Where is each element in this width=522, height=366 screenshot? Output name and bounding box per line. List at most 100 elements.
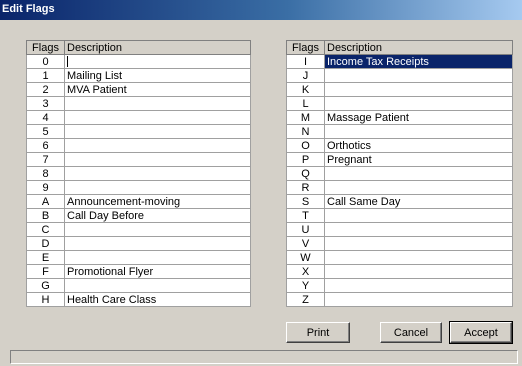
flag-cell: K	[286, 82, 325, 97]
table-row[interactable]: Z	[286, 292, 513, 307]
description-cell[interactable]: MVA Patient	[64, 82, 251, 97]
description-cell[interactable]: Pregnant	[324, 152, 513, 167]
description-column-header[interactable]: Description	[324, 40, 513, 55]
flag-cell: N	[286, 124, 325, 139]
flag-cell: Z	[286, 292, 325, 307]
description-cell[interactable]	[324, 96, 513, 111]
table-row[interactable]: V	[286, 236, 513, 251]
description-cell[interactable]	[324, 292, 513, 307]
table-row[interactable]: E	[26, 250, 251, 265]
table-row[interactable]: A Announcement-moving	[26, 194, 251, 209]
table-row[interactable]: 3	[26, 96, 251, 111]
table-row[interactable]: 7	[26, 152, 251, 167]
table-row[interactable]: H Health Care Class	[26, 292, 251, 307]
left-flags-table: Flags Description 0 1 Mailing List 2 MVA Pat…	[26, 40, 251, 307]
description-cell[interactable]	[324, 166, 513, 181]
description-cell[interactable]: Health Care Class	[64, 292, 251, 307]
flag-cell: 7	[26, 152, 65, 167]
description-cell[interactable]: Massage Patient	[324, 110, 513, 125]
flag-cell: H	[26, 292, 65, 307]
description-cell[interactable]	[324, 124, 513, 139]
description-cell[interactable]	[64, 152, 251, 167]
description-column-header[interactable]: Description	[64, 40, 251, 55]
table-row[interactable]: R	[286, 180, 513, 195]
description-cell[interactable]: Announcement-moving	[64, 194, 251, 209]
description-cell[interactable]	[64, 138, 251, 153]
description-cell[interactable]	[64, 124, 251, 139]
table-row[interactable]: X	[286, 264, 513, 279]
description-cell[interactable]: Promotional Flyer	[64, 264, 251, 279]
print-button[interactable]: Print	[286, 322, 350, 343]
description-cell[interactable]	[64, 166, 251, 181]
table-row[interactable]: T	[286, 208, 513, 223]
description-cell[interactable]	[64, 96, 251, 111]
description-cell[interactable]	[324, 180, 513, 195]
description-cell[interactable]	[324, 236, 513, 251]
table-row[interactable]: Y	[286, 278, 513, 293]
table-row[interactable]: G	[26, 278, 251, 293]
flag-cell: P	[286, 152, 325, 167]
table-row[interactable]: N	[286, 124, 513, 139]
flag-cell: 8	[26, 166, 65, 181]
accept-button[interactable]: Accept	[449, 321, 513, 344]
flag-cell: 5	[26, 124, 65, 139]
flag-cell: O	[286, 138, 325, 153]
table-row[interactable]: O Orthotics	[286, 138, 513, 153]
text-caret	[67, 55, 68, 67]
flag-cell: B	[26, 208, 65, 223]
table-row[interactable]: 8	[26, 166, 251, 181]
description-cell[interactable]: Call Day Before	[64, 208, 251, 223]
flag-cell: X	[286, 264, 325, 279]
table-row[interactable]: M Massage Patient	[286, 110, 513, 125]
flag-cell: J	[286, 68, 325, 83]
cancel-button[interactable]: Cancel	[380, 322, 442, 343]
table-row[interactable]: Q	[286, 166, 513, 181]
description-cell[interactable]	[64, 110, 251, 125]
table-row[interactable]: F Promotional Flyer	[26, 264, 251, 279]
table-row[interactable]: D	[26, 236, 251, 251]
table-header-row: Flags Description	[26, 40, 251, 55]
table-row[interactable]: B Call Day Before	[26, 208, 251, 223]
flags-column-header[interactable]: Flags	[26, 40, 65, 55]
flag-cell: 3	[26, 96, 65, 111]
description-cell[interactable]: Mailing List	[64, 68, 251, 83]
table-row[interactable]: I Income Tax Receipts	[286, 54, 513, 69]
description-cell[interactable]	[64, 54, 251, 69]
table-row[interactable]: 6	[26, 138, 251, 153]
description-cell[interactable]	[324, 68, 513, 83]
description-cell[interactable]	[324, 82, 513, 97]
flag-cell: Q	[286, 166, 325, 181]
flag-cell: G	[26, 278, 65, 293]
table-row[interactable]: 2 MVA Patient	[26, 82, 251, 97]
description-cell[interactable]: Income Tax Receipts	[324, 54, 513, 69]
table-row[interactable]: 4	[26, 110, 251, 125]
description-cell[interactable]	[324, 222, 513, 237]
description-cell[interactable]	[64, 278, 251, 293]
table-row[interactable]: L	[286, 96, 513, 111]
flags-column-header[interactable]: Flags	[286, 40, 325, 55]
description-cell[interactable]	[324, 264, 513, 279]
table-row[interactable]: J	[286, 68, 513, 83]
description-cell[interactable]	[324, 250, 513, 265]
description-cell[interactable]	[64, 180, 251, 195]
table-row[interactable]: W	[286, 250, 513, 265]
description-cell[interactable]: Call Same Day	[324, 194, 513, 209]
table-row[interactable]: 9	[26, 180, 251, 195]
table-row[interactable]: K	[286, 82, 513, 97]
table-row[interactable]: C	[26, 222, 251, 237]
description-cell[interactable]	[64, 236, 251, 251]
description-cell[interactable]	[324, 278, 513, 293]
flag-cell: 4	[26, 110, 65, 125]
table-row[interactable]: P Pregnant	[286, 152, 513, 167]
table-row[interactable]: S Call Same Day	[286, 194, 513, 209]
table-row[interactable]: 1 Mailing List	[26, 68, 251, 83]
flag-cell: L	[286, 96, 325, 111]
flag-cell: U	[286, 222, 325, 237]
table-row[interactable]: 5	[26, 124, 251, 139]
description-cell[interactable]: Orthotics	[324, 138, 513, 153]
description-cell[interactable]	[64, 222, 251, 237]
table-row[interactable]: 0	[26, 54, 251, 69]
table-row[interactable]: U	[286, 222, 513, 237]
description-cell[interactable]	[64, 250, 251, 265]
description-cell[interactable]	[324, 208, 513, 223]
